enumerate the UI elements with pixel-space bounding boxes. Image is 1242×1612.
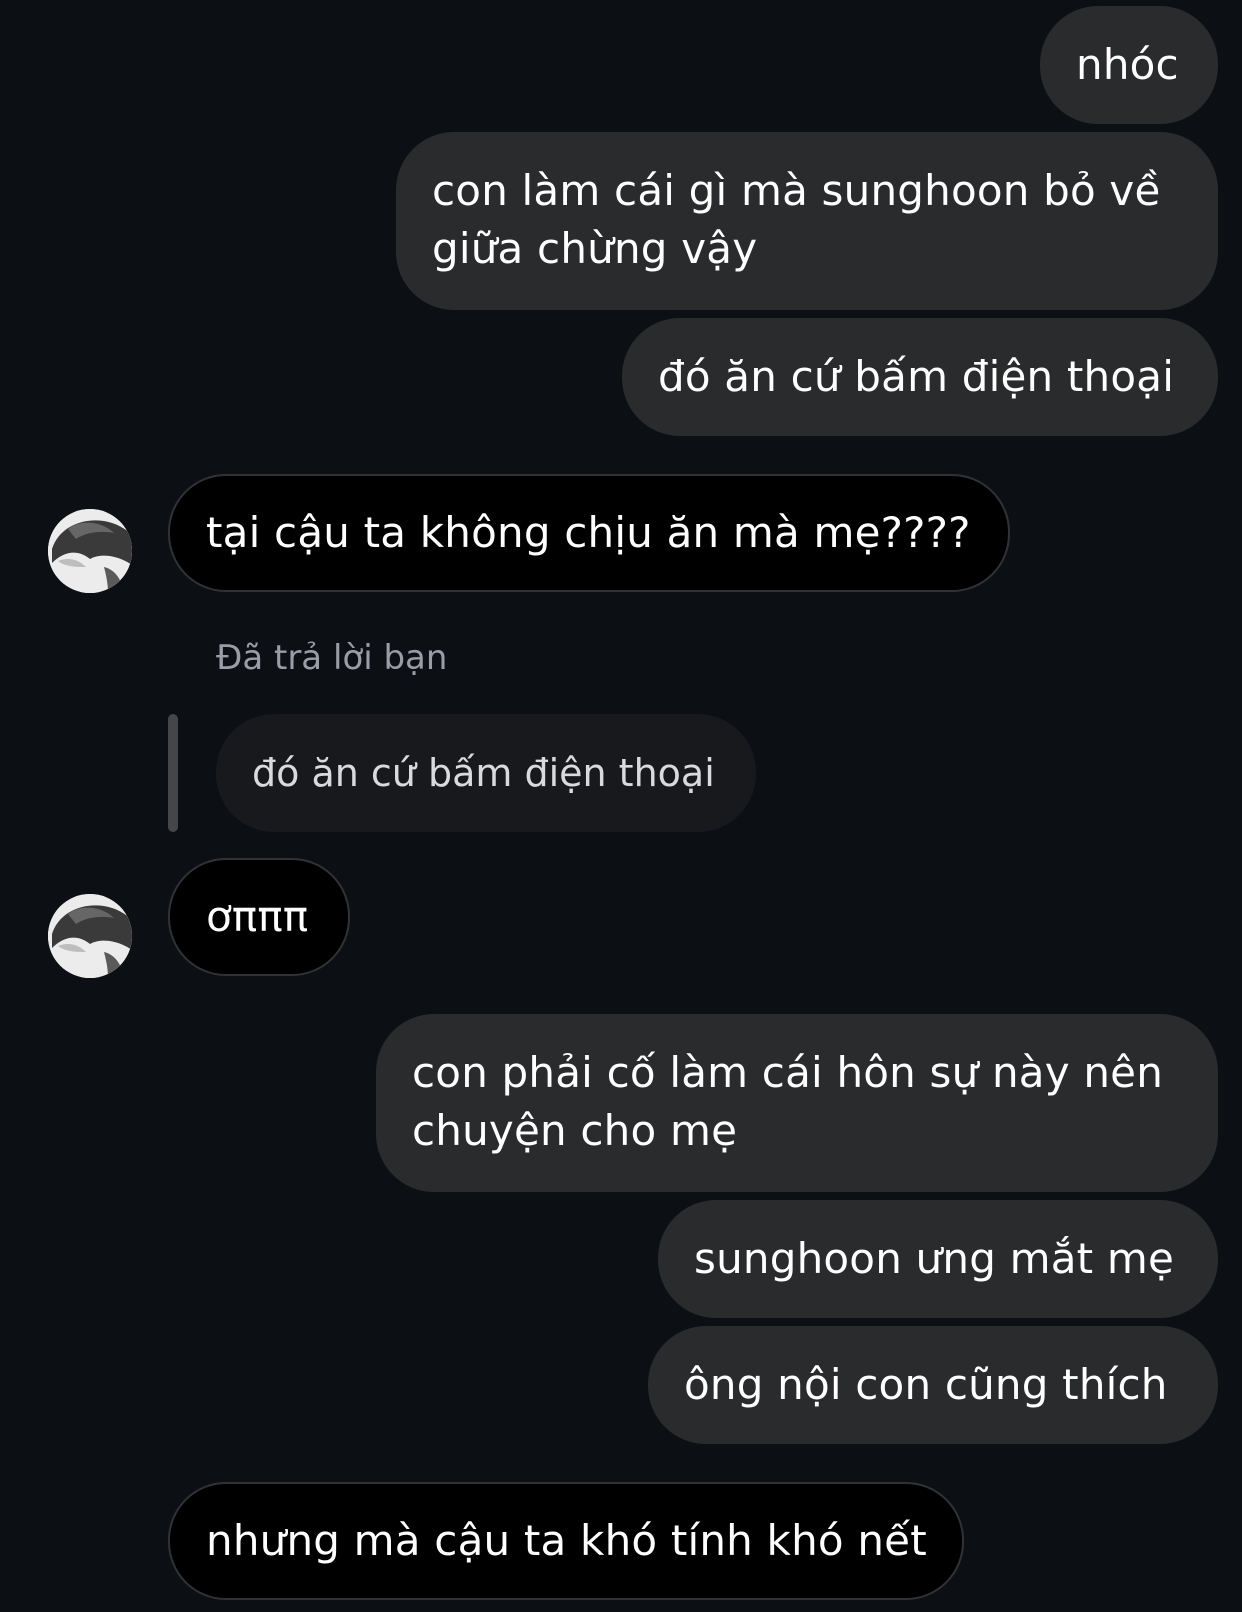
reply-note: Đã trả lời bạn [216,638,448,678]
message-text: con phải cố làm cái hôn sự này nên chuyệ… [412,1048,1164,1155]
message-incoming[interactable]: nhưng mà cậu ta khó tính khó nết [168,1482,964,1600]
message-outgoing[interactable]: nhóc [1040,6,1218,124]
message-outgoing[interactable]: đó ăn cứ bấm điện thoại [622,318,1218,436]
message-outgoing[interactable]: ông nội con cũng thích [648,1326,1218,1444]
contact-avatar[interactable] [48,894,132,978]
quoted-message-text: đó ăn cứ bấm điện thoại [252,751,715,795]
message-text: ông nội con cũng thích [684,1360,1168,1409]
message-text: đó ăn cứ bấm điện thoại [658,352,1175,401]
message-text: sunghoon ưng mắt mẹ [694,1234,1175,1283]
avatar-image [48,894,132,978]
message-text: con làm cái gì mà sunghoon bỏ về giữa ch… [432,166,1161,273]
message-text: nhưng mà cậu ta khó tính khó nết [206,1516,927,1565]
message-outgoing[interactable]: sunghoon ưng mắt mẹ [658,1200,1218,1318]
reply-quote-bar [168,714,178,832]
message-text: ơπππ [206,892,309,941]
message-text: tại cậu ta không chịu ăn mà mẹ???? [206,508,971,557]
message-incoming[interactable]: ơπππ [168,858,350,976]
message-outgoing[interactable]: con phải cố làm cái hôn sự này nên chuyệ… [376,1014,1218,1192]
message-incoming[interactable]: tại cậu ta không chịu ăn mà mẹ???? [168,474,1010,592]
contact-avatar[interactable] [48,509,132,593]
message-text: nhóc [1076,40,1179,89]
message-outgoing[interactable]: con làm cái gì mà sunghoon bỏ về giữa ch… [396,132,1218,310]
quoted-message[interactable]: đó ăn cứ bấm điện thoại [216,714,756,832]
chat-thread[interactable]: nhóc con làm cái gì mà sunghoon bỏ về gi… [0,0,1242,1612]
avatar-image [48,509,132,593]
